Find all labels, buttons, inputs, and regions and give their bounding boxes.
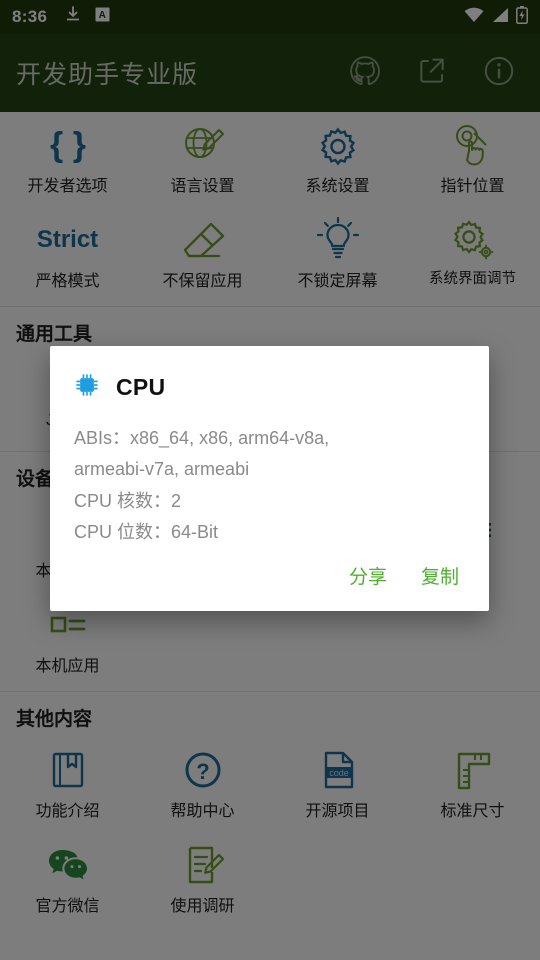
app-root: 8:36 A 开发助手专业版 xyxy=(0,0,540,960)
dialog-line-abis-1: ABIs：x86_64, x86, arm64-v8a, xyxy=(74,428,330,448)
dialog-title: CPU xyxy=(116,374,166,400)
copy-button[interactable]: 复制 xyxy=(421,562,459,589)
dialog-line-bit-width: CPU 位数：64-Bit xyxy=(74,521,219,542)
dialog-header: CPU xyxy=(72,370,467,405)
cpu-chip-icon xyxy=(72,370,102,405)
dialog-body: ABIs：x86_64, x86, arm64-v8a, armeabi-v7a… xyxy=(72,423,467,548)
dialog-actions: 分享 复制 xyxy=(72,548,467,603)
cpu-info-dialog: CPU ABIs：x86_64, x86, arm64-v8a, armeabi… xyxy=(50,346,489,612)
dialog-line-abis-2: armeabi-v7a, armeabi xyxy=(74,459,250,480)
dialog-line-core-count: CPU 核数：2 xyxy=(74,490,182,511)
share-button[interactable]: 分享 xyxy=(349,562,387,589)
